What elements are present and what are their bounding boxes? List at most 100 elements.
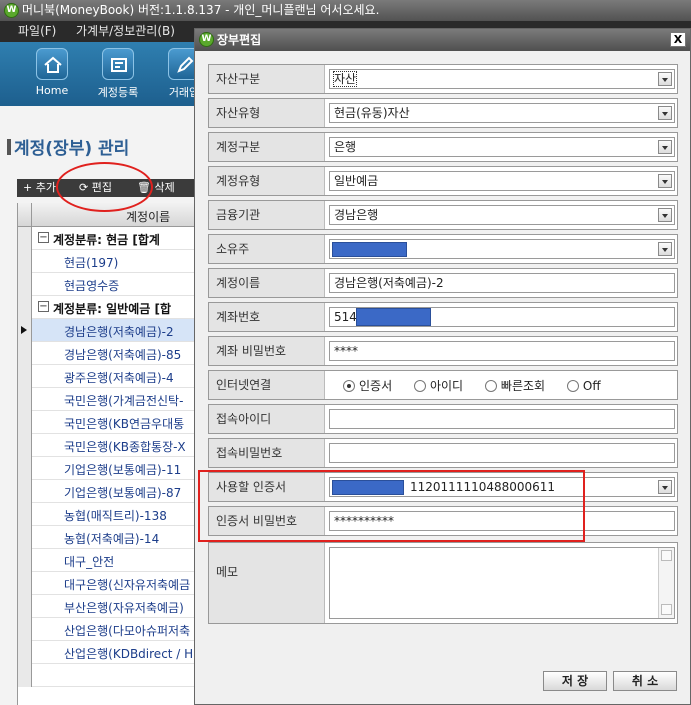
asset-type-row: 자산유형 현금(유동)자산 [208, 98, 678, 128]
menu-file[interactable]: 파일(F) [18, 21, 56, 42]
list-item[interactable]: 국민은행(KB종합통장-X [18, 434, 200, 457]
list-item-label: 국민은행(KB종합통장-X [64, 440, 186, 454]
row-header [18, 641, 32, 664]
chevron-down-icon[interactable] [658, 480, 672, 494]
account-number-row: 계좌번호 514 [208, 302, 678, 332]
list-item-label: 기업은행(보통예금)-11 [64, 463, 182, 477]
toolbar-home-button[interactable]: Home [26, 48, 78, 97]
account-class-label: 계정구분 [209, 133, 325, 161]
list-item[interactable]: 기업은행(보통예금)-87 [18, 480, 200, 503]
list-item[interactable]: 대구은행(신자유저축예금 [18, 572, 200, 595]
row-header [18, 503, 32, 526]
collapse-icon[interactable]: − [38, 232, 49, 243]
list-item[interactable]: 농협(매직트리)-138 [18, 503, 200, 526]
institution-label: 금융기관 [209, 201, 325, 229]
account-password-row: 계좌 비밀번호 **** [208, 336, 678, 366]
list-item[interactable]: 국민은행(KB연금우대통 [18, 411, 200, 434]
chevron-down-icon[interactable] [658, 140, 672, 154]
row-header [18, 227, 32, 250]
dialog-title-bar: W 장부편집 X [195, 29, 690, 51]
toolbar-home-label: Home [35, 84, 69, 97]
row-header [18, 618, 32, 641]
row-header [18, 411, 32, 434]
asset-type-select[interactable]: 현금(유동)자산 [329, 103, 675, 123]
save-button[interactable]: 저 장 [543, 671, 607, 691]
list-item-label: 현금(197) [64, 256, 119, 270]
account-password-value: **** [334, 344, 358, 358]
row-header [18, 595, 32, 618]
owner-select[interactable] [329, 239, 675, 259]
account-type-value: 일반예금 [334, 174, 379, 188]
institution-select[interactable]: 경남은행 [329, 205, 675, 225]
radio-certificate[interactable]: 인증서 [343, 377, 392, 394]
menu-ledger[interactable]: 가계부/정보관리(B) [76, 21, 175, 42]
account-name-input[interactable]: 경남은행(저축예금)-2 [329, 273, 675, 293]
account-name-row: 계정이름 경남은행(저축예금)-2 [208, 268, 678, 298]
login-id-label: 접속아이디 [209, 405, 325, 433]
login-id-row: 접속아이디 [208, 404, 678, 434]
account-password-input[interactable]: **** [329, 341, 675, 361]
list-item-label: 경남은행(저축예금)-85 [64, 348, 182, 362]
account-number-value: 514 [334, 310, 357, 324]
list-item[interactable]: 산업은행(KDBdirect / H [18, 641, 200, 664]
list-item[interactable]: 현금영수증 [18, 273, 200, 296]
account-type-select[interactable]: 일반예금 [329, 171, 675, 191]
row-header [18, 457, 32, 480]
chevron-down-icon[interactable] [658, 72, 672, 86]
asset-class-value: 자산 [332, 71, 358, 87]
list-item[interactable]: 현금(197) [18, 250, 200, 273]
list-item[interactable]: 기업은행(보통예금)-11 [18, 457, 200, 480]
asset-class-label: 자산구분 [209, 65, 325, 93]
list-item-selected[interactable]: 경남은행(저축예금)-2 [18, 319, 200, 342]
account-name-label: 계정이름 [209, 269, 325, 297]
row-header [18, 250, 32, 273]
scroll-up-icon[interactable] [661, 550, 672, 561]
login-id-input[interactable] [329, 409, 675, 429]
login-password-input[interactable] [329, 443, 675, 463]
chevron-down-icon[interactable] [658, 174, 672, 188]
close-icon[interactable]: X [670, 32, 686, 47]
scroll-down-icon[interactable] [661, 604, 672, 615]
radio-icon [484, 380, 497, 392]
add-account-button[interactable]: + 추가 [23, 179, 56, 197]
chevron-down-icon[interactable] [658, 242, 672, 256]
radio-off[interactable]: Off [566, 379, 601, 393]
row-header-corner [18, 203, 32, 227]
radio-id[interactable]: 아이디 [413, 377, 463, 394]
list-item[interactable]: 농협(저축예금)-14 [18, 526, 200, 549]
moneybook-logo-icon: W [4, 3, 19, 18]
list-item[interactable]: 대구_안전 [18, 549, 200, 572]
account-grid: 계정이름 − 계정분류: 현금 [합계 현금(197) 현금영수증 − 계정분류… [17, 203, 200, 705]
toolbar-account-register-button[interactable]: 계정등록 [92, 48, 144, 100]
list-item-label: 대구은행(신자유저축예금 [64, 578, 191, 592]
row-header [18, 480, 32, 503]
account-number-input[interactable]: 514 [329, 307, 675, 327]
group-row-deposit[interactable]: − 계정분류: 일반예금 [합 [18, 296, 200, 319]
account-type-label: 계정유형 [209, 167, 325, 195]
account-class-select[interactable]: 은행 [329, 137, 675, 157]
home-icon [36, 48, 68, 80]
app-title: 머니북(MoneyBook) 버전:1.1.8.137 - 개인_머니플랜님 어… [22, 3, 380, 17]
cancel-button[interactable]: 취 소 [613, 671, 677, 691]
list-item-label: 국민은행(KB연금우대통 [64, 417, 185, 431]
radio-quick[interactable]: 빠른조회 [484, 377, 545, 394]
memo-scrollbar[interactable] [658, 548, 674, 618]
list-item[interactable]: 광주은행(저축예금)-4 [18, 365, 200, 388]
radio-icon [566, 380, 579, 392]
memo-textarea[interactable] [329, 547, 675, 619]
list-item[interactable]: 부산은행(자유저축예금) [18, 595, 200, 618]
list-item[interactable] [18, 664, 200, 687]
chevron-down-icon[interactable] [658, 106, 672, 120]
list-item[interactable]: 국민은행(가계금전신탁- [18, 388, 200, 411]
list-item-label: 기업은행(보통예금)-87 [64, 486, 182, 500]
list-item[interactable]: 산업은행(다모아슈퍼저축 [18, 618, 200, 641]
ledger-edit-dialog: W 장부편집 X 자산구분 자산 자산유형 현금(유동)자산 계정구분 은행 계… [194, 28, 691, 705]
collapse-icon[interactable]: − [38, 301, 49, 312]
group-row-cash[interactable]: − 계정분류: 현금 [합계 [18, 227, 200, 250]
moneybook-logo-icon: W [199, 32, 214, 47]
list-item[interactable]: 경남은행(저축예금)-85 [18, 342, 200, 365]
chevron-down-icon[interactable] [658, 208, 672, 222]
redaction-block [332, 242, 407, 257]
highlight-circle [56, 162, 153, 212]
asset-class-select[interactable]: 자산 [329, 69, 675, 89]
